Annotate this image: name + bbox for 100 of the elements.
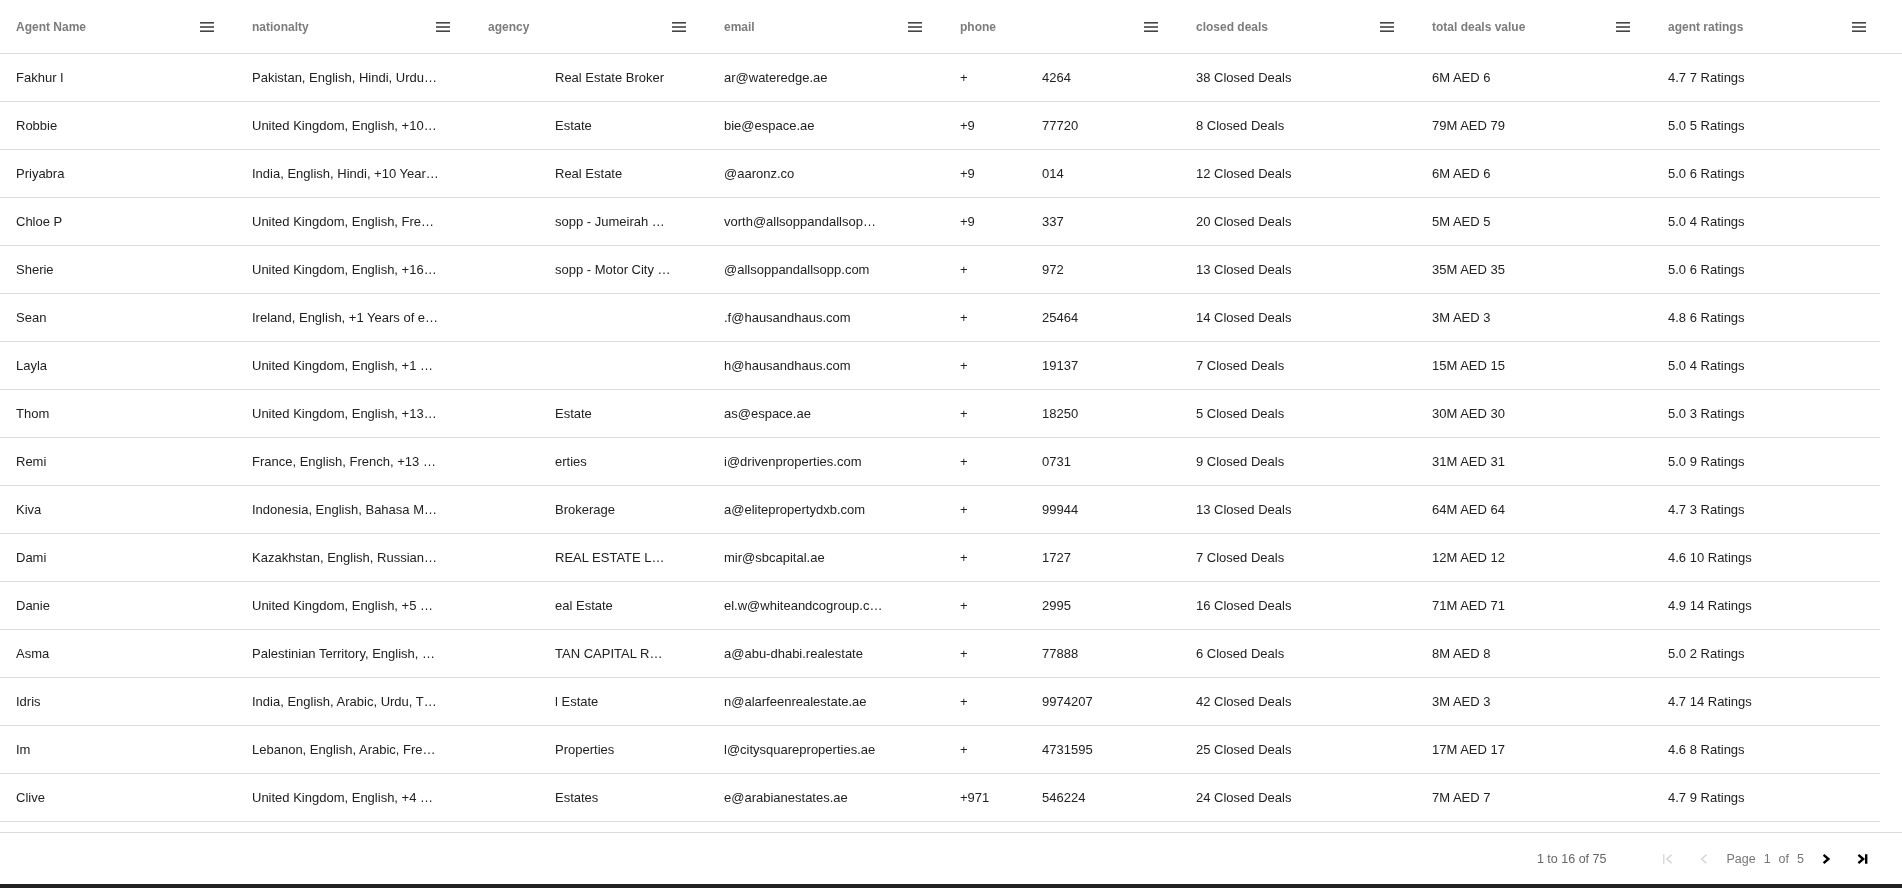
email-cell: ar@wateredge.ae	[724, 70, 828, 85]
closed-deals-cell: 42 Closed Deals	[1196, 694, 1292, 709]
phone-number: +9	[960, 214, 976, 229]
rating-cell: 4.7 3 Ratings	[1668, 502, 1745, 517]
phone-number: +	[960, 262, 969, 277]
nationality-cell: India, English, Hindi, +10 Year…	[252, 166, 439, 181]
column-header[interactable]: phone	[960, 19, 996, 34]
menu-icon[interactable]	[200, 21, 214, 32]
phone-number: +	[960, 598, 969, 613]
nationality-cell: United Kingdom, English, +5 …	[252, 598, 434, 613]
deals-value-cell: 31M AED 31	[1432, 454, 1505, 469]
agent-name-cell: Chloe P	[16, 214, 63, 229]
phone-number: 25464	[1042, 310, 1079, 325]
agency-cell: Real Estate Broker	[555, 70, 665, 85]
nationality-cell: United Kingdom, English, Fre…	[252, 214, 435, 229]
nationality-cell: United Kingdom, English, +16…	[252, 262, 437, 277]
phone-number: +9	[960, 166, 976, 181]
rating-cell: 5.0 3 Ratings	[1668, 406, 1745, 421]
rating-cell: 4.8 6 Ratings	[1668, 310, 1745, 325]
agent-name-cell: Fakhur I	[16, 70, 64, 85]
nationality-cell: Pakistan, English, Hindi, Urdu…	[252, 70, 437, 85]
email-cell: as@espace.ae	[724, 406, 811, 421]
nationality-cell: United Kingdom, English, +1 …	[252, 358, 434, 373]
column-header[interactable]: agency	[488, 19, 530, 34]
deals-value-cell: 35M AED 35	[1432, 262, 1505, 277]
phone-number: 77888	[1042, 646, 1079, 661]
email-cell: l@citysquareproperties.ae	[724, 742, 876, 757]
nationality-cell: United Kingdom, English, +10…	[252, 118, 437, 133]
column-header[interactable]: Agent Name	[16, 19, 86, 34]
phone-number: 77720	[1042, 118, 1079, 133]
email-cell: @allsoppandallsopp.com	[724, 262, 870, 277]
nationality-cell: Palestinian Territory, English, …	[252, 646, 436, 661]
agent-name-cell: Im	[16, 742, 31, 757]
phone-number: 337	[1042, 214, 1064, 229]
agent-name-cell: Sherie	[16, 262, 54, 277]
phone-number: +971	[960, 790, 991, 805]
closed-deals-cell: 25 Closed Deals	[1196, 742, 1292, 757]
phone-number: +	[960, 310, 969, 325]
phone-number: 19137	[1042, 358, 1079, 373]
menu-icon[interactable]	[672, 21, 686, 32]
phone-number: +	[960, 502, 969, 517]
agency-cell: erties	[555, 454, 587, 469]
deals-value-cell: 3M AED 3	[1432, 694, 1491, 709]
deals-value-cell: 30M AED 30	[1432, 406, 1505, 421]
menu-icon[interactable]	[1852, 21, 1866, 32]
agent-name-cell: Robbie	[16, 118, 58, 133]
page-count: 5	[1797, 851, 1804, 866]
chevron-right-icon	[1820, 852, 1832, 865]
agency-cell: sopp - Motor City …	[555, 262, 671, 277]
agent-name-cell: Asma	[16, 646, 50, 661]
rating-cell: 4.9 14 Ratings	[1668, 598, 1752, 613]
phone-number: 2995	[1042, 598, 1071, 613]
phone-number: 4731595	[1042, 742, 1093, 757]
phone-number: 1727	[1042, 550, 1071, 565]
nationality-cell: United Kingdom, English, +4 …	[252, 790, 434, 805]
agency-cell: TAN CAPITAL R…	[555, 646, 663, 661]
email-cell: vorth@allsoppandallsop…	[724, 214, 876, 229]
closed-deals-cell: 8 Closed Deals	[1196, 118, 1285, 133]
phone-number: +	[960, 454, 969, 469]
menu-icon[interactable]	[436, 21, 450, 32]
phone-number: 014	[1042, 166, 1064, 181]
rating-cell: 5.0 9 Ratings	[1668, 454, 1745, 469]
phone-number: 546224	[1042, 790, 1086, 805]
deals-value-cell: 6M AED 6	[1432, 70, 1491, 85]
deals-value-cell: 5M AED 5	[1432, 214, 1491, 229]
phone-number: +9	[960, 118, 976, 133]
deals-value-cell: 15M AED 15	[1432, 358, 1505, 373]
phone-number: +	[960, 646, 969, 661]
email-cell: .f@hausandhaus.com	[724, 310, 851, 325]
rating-cell: 4.7 7 Ratings	[1668, 70, 1745, 85]
agency-cell: Brokerage	[555, 502, 615, 517]
rating-cell: 4.6 8 Ratings	[1668, 742, 1745, 757]
agent-name-cell: Clive	[16, 790, 45, 805]
phone-number: 0731	[1042, 454, 1071, 469]
column-header[interactable]: closed deals	[1196, 19, 1269, 34]
column-header[interactable]: total deals value	[1432, 19, 1526, 34]
closed-deals-cell: 38 Closed Deals	[1196, 70, 1292, 85]
rating-cell: 5.0 4 Ratings	[1668, 214, 1745, 229]
agency-cell: l Estate	[555, 694, 599, 709]
column-header[interactable]: nationalty	[252, 19, 309, 34]
closed-deals-cell: 12 Closed Deals	[1196, 166, 1292, 181]
menu-icon[interactable]	[1144, 21, 1158, 32]
agent-name-cell: Sean	[16, 310, 47, 325]
column-header[interactable]: email	[724, 19, 755, 34]
menu-icon[interactable]	[908, 21, 922, 32]
agency-cell: eal Estate	[555, 598, 613, 613]
closed-deals-cell: 24 Closed Deals	[1196, 790, 1292, 805]
agency-cell: sopp - Jumeirah …	[555, 214, 665, 229]
deals-value-cell: 79M AED 79	[1432, 118, 1505, 133]
row-count: 1 to 16 of 75	[1536, 851, 1607, 866]
phone-number: 18250	[1042, 406, 1079, 421]
column-header[interactable]: agent ratings	[1668, 19, 1744, 34]
menu-icon[interactable]	[1616, 21, 1630, 32]
email-cell: a@elitepropertydxb.com	[724, 502, 866, 517]
deals-value-cell: 12M AED 12	[1432, 550, 1505, 565]
rating-cell: 5.0 4 Ratings	[1668, 358, 1745, 373]
phone-number: 4264	[1042, 70, 1071, 85]
nationality-cell: Indonesia, English, Bahasa M…	[252, 502, 437, 517]
closed-deals-cell: 20 Closed Deals	[1196, 214, 1292, 229]
menu-icon[interactable]	[1380, 21, 1394, 32]
